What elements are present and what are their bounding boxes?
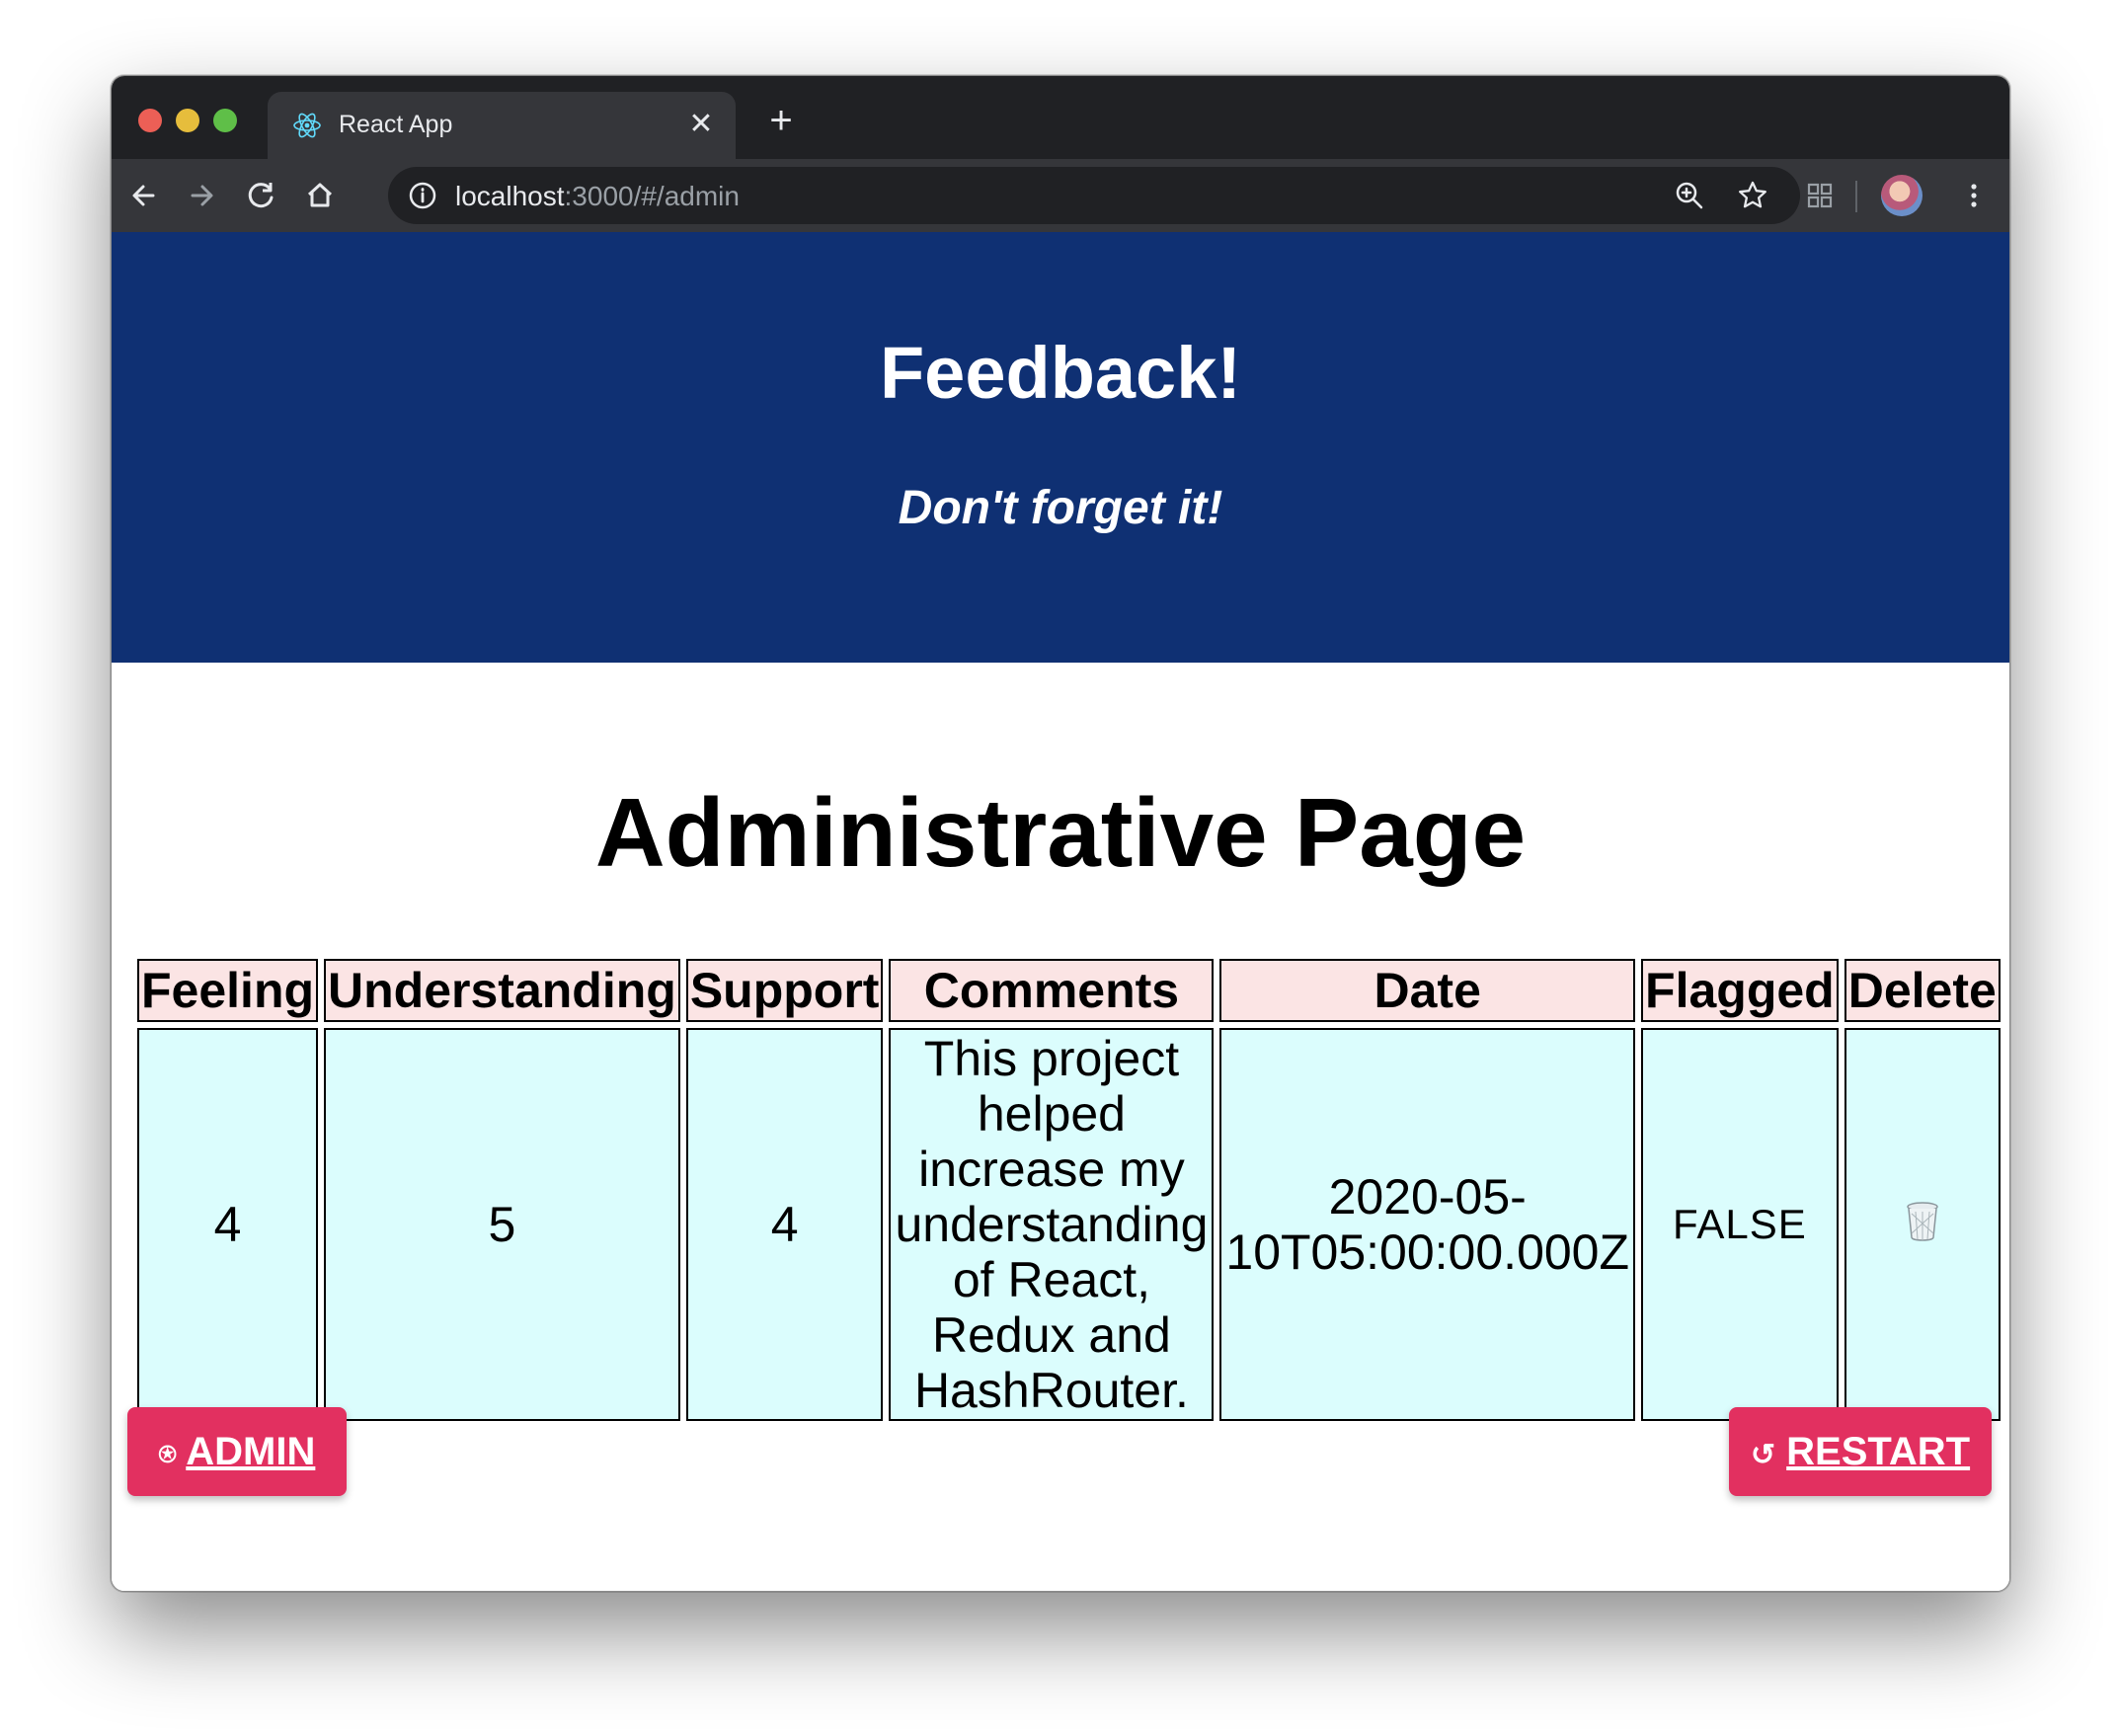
star-icon[interactable] (1737, 180, 1768, 211)
column-header-support: Support (685, 959, 884, 1022)
column-header-flagged: Flagged (1641, 959, 1839, 1022)
page-title: Administrative Page (594, 778, 1527, 887)
minimize-window-button[interactable] (176, 109, 199, 132)
reload-icon[interactable] (240, 175, 281, 216)
avatar[interactable] (1881, 175, 1923, 216)
trash-icon[interactable] (1905, 1200, 1940, 1241)
browser-tab[interactable]: React App ✕ (268, 92, 736, 159)
column-header-feeling: Feeling (137, 959, 319, 1022)
restart-icon: ↺ (1750, 1439, 1776, 1471)
menu-icon[interactable] (1958, 180, 1990, 211)
zoom-icon[interactable] (1674, 180, 1705, 211)
app-title: Feedback! (879, 332, 1242, 414)
restart-button-label: RESTART (1786, 1430, 1971, 1473)
understanding-cell: 5 (324, 1028, 680, 1421)
column-header-understanding: Understanding (324, 959, 680, 1022)
browser-window: React App ✕ + localhost:3000/#/admin Fee… (111, 75, 2010, 1592)
restart-button[interactable]: ↺ RESTART (1729, 1407, 1992, 1496)
extensions-icon[interactable] (1804, 180, 1836, 211)
browser-toolbar: localhost:3000/#/admin (112, 159, 2009, 232)
forward-icon[interactable] (181, 175, 222, 216)
column-header-comments: Comments (889, 959, 1215, 1022)
home-icon[interactable] (299, 175, 341, 216)
flagged-cell[interactable]: FALSE (1641, 1028, 1839, 1421)
toolbar-separator (1855, 181, 1857, 212)
back-icon[interactable] (123, 175, 165, 216)
app-header: Feedback! Don't forget it! (112, 232, 2009, 663)
info-icon[interactable] (408, 181, 437, 210)
column-header-date: Date (1219, 959, 1636, 1022)
page-content: Feedback! Don't forget it! Administrativ… (112, 232, 2009, 1591)
close-window-button[interactable] (138, 109, 162, 132)
tab-strip: React App ✕ + (112, 76, 2009, 159)
url-text: localhost:3000/#/admin (455, 181, 740, 212)
admin-button[interactable]: ⍟ ADMIN (127, 1407, 347, 1496)
feeling-cell: 4 (137, 1028, 319, 1421)
admin-icon: ⍟ (158, 1439, 177, 1471)
date-cell: 2020-05-10T05:00:00.000Z (1219, 1028, 1636, 1421)
table-row: 4 5 4 This project helped increase my un… (137, 1028, 2001, 1421)
tab-title: React App (339, 111, 453, 138)
url-path: :3000/#/admin (564, 181, 740, 211)
admin-button-label: ADMIN (186, 1430, 316, 1473)
app-subtitle: Don't forget it! (898, 482, 1223, 534)
react-icon (293, 113, 321, 138)
url-host: localhost (455, 181, 565, 211)
comments-cell: This project helped increase my understa… (889, 1028, 1215, 1421)
close-icon[interactable]: ✕ (684, 108, 718, 141)
table-header-row: Feeling Understanding Support Comments D… (137, 959, 2001, 1022)
support-cell: 4 (685, 1028, 884, 1421)
address-bar[interactable]: localhost:3000/#/admin (388, 167, 1800, 224)
plus-icon[interactable]: + (763, 101, 799, 140)
feedback-table: Feeling Understanding Support Comments D… (131, 953, 2006, 1427)
delete-cell (1844, 1028, 2001, 1421)
column-header-delete: Delete (1844, 959, 2001, 1022)
maximize-window-button[interactable] (213, 109, 237, 132)
